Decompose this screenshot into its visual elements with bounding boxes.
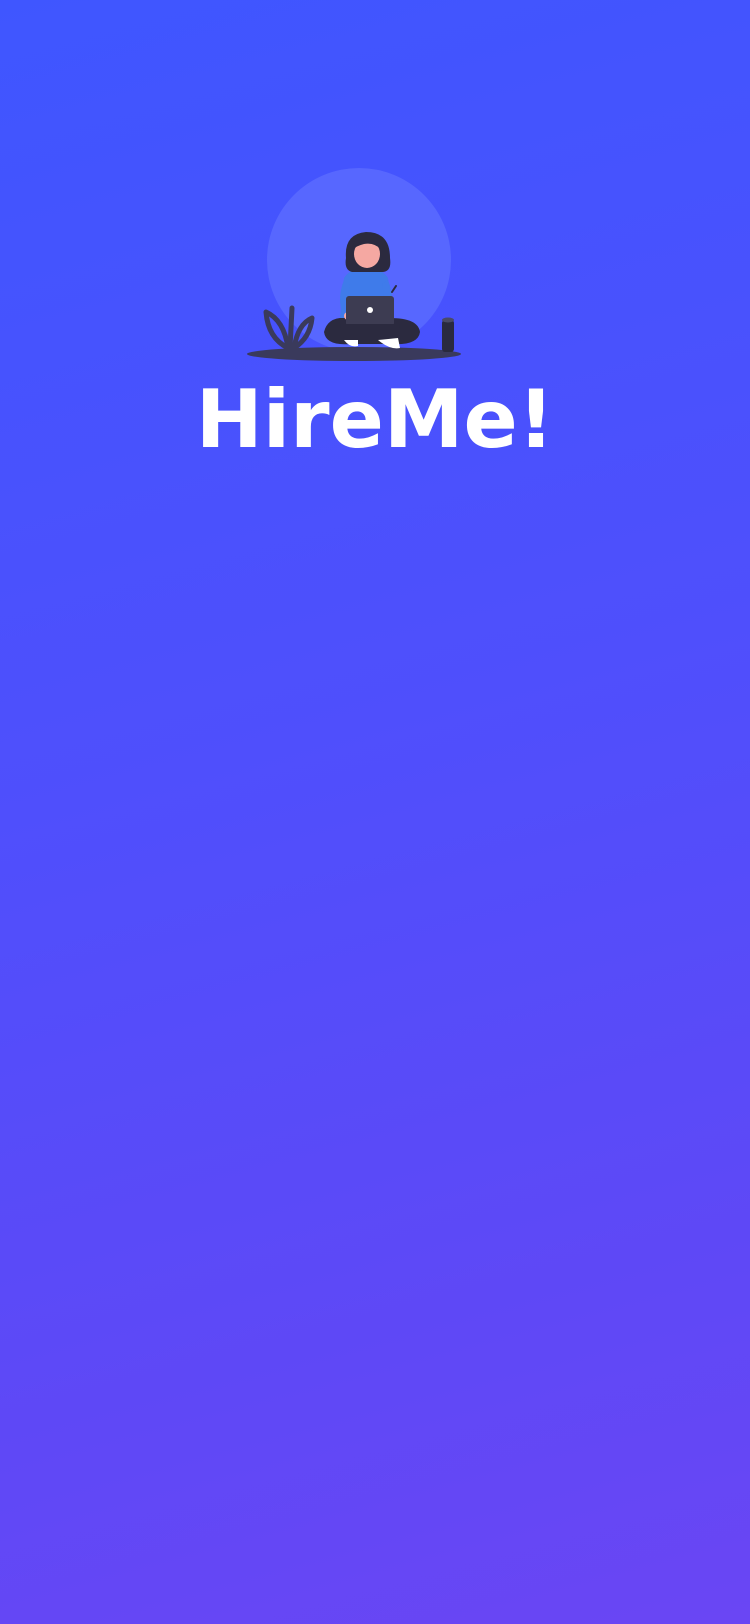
woman-with-laptop-illustration bbox=[240, 168, 470, 368]
app-title: HireMe! bbox=[195, 373, 555, 466]
ground-shadow bbox=[247, 347, 461, 361]
speaker-icon bbox=[442, 317, 454, 352]
laptop-icon bbox=[340, 296, 400, 328]
splash-screen: HireMe! bbox=[0, 0, 750, 1624]
